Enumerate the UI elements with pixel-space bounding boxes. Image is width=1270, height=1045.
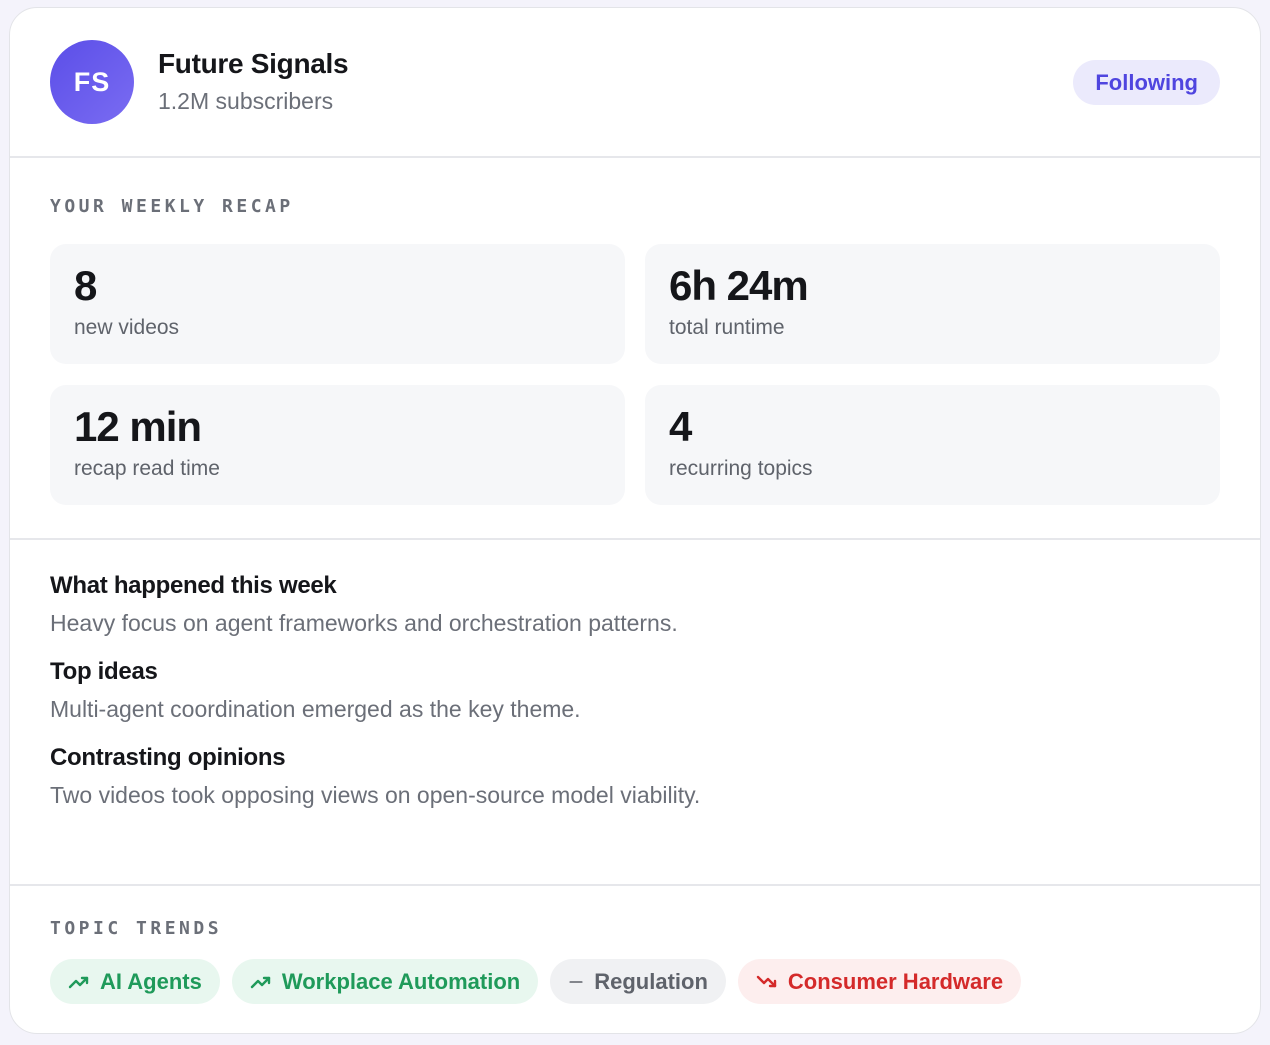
stat-grid: 8 new videos 6h 24m total runtime 12 min… xyxy=(50,244,1220,505)
summary-title: Contrasting opinions xyxy=(50,744,286,771)
stat-card-read-time: 12 min recap read time xyxy=(50,385,625,505)
stat-value: 8 xyxy=(74,262,97,309)
stat-value: 4 xyxy=(669,403,692,450)
section-label: TOPIC TRENDS xyxy=(50,918,223,939)
stat-label: recurring topics xyxy=(669,457,813,480)
trend-chip-regulation[interactable]: Regulation xyxy=(550,959,726,1004)
trending-up-icon xyxy=(250,976,271,988)
dash-icon xyxy=(569,980,583,983)
stat-label: recap read time xyxy=(74,457,220,480)
subscriber-count: 1.2M subscribers xyxy=(158,88,334,114)
trend-chip-ai-agents[interactable]: AI Agents xyxy=(50,959,220,1004)
stat-card-recurring-topics: 4 recurring topics xyxy=(645,385,1220,505)
summary-text: Two videos took opposing views on open-s… xyxy=(50,782,701,808)
channel-name[interactable]: Future Signals xyxy=(158,48,349,80)
trending-down-icon xyxy=(756,975,777,987)
summary-block: What happened this week Heavy focus on a… xyxy=(50,572,1220,640)
stat-card-new-videos: 8 new videos xyxy=(50,244,625,364)
stat-label: total runtime xyxy=(669,316,785,339)
topic-trends-section: TOPIC TRENDS AI Agents Workplace Automat… xyxy=(10,886,1260,1033)
summary-title: What happened this week xyxy=(50,572,337,599)
chip-label: AI Agents xyxy=(100,968,202,994)
chip-label: Workplace Automation xyxy=(281,968,521,994)
avatar: FS xyxy=(50,40,134,124)
trend-chip-consumer-hardware[interactable]: Consumer Hardware xyxy=(737,959,1022,1004)
channel-header: FS Future Signals 1.2M subscribers Follo… xyxy=(10,8,1260,158)
chip-label: Consumer Hardware xyxy=(787,968,1004,994)
trend-chip-workplace-automation[interactable]: Workplace Automation xyxy=(231,959,539,1004)
channel-recap-card: FS Future Signals 1.2M subscribers Follo… xyxy=(9,7,1261,1034)
summary-title: Top ideas xyxy=(50,658,158,685)
weekly-recap-section: YOUR WEEKLY RECAP 8 new videos 6h 24m to… xyxy=(10,158,1260,540)
stat-card-total-runtime: 6h 24m total runtime xyxy=(645,244,1220,364)
stat-label: new videos xyxy=(74,316,180,339)
stat-value: 6h 24m xyxy=(669,262,809,309)
summary-text: Heavy focus on agent frameworks and orch… xyxy=(50,610,678,636)
stat-value: 12 min xyxy=(74,403,202,450)
summary-block: Contrasting opinions Two videos took opp… xyxy=(50,744,1220,812)
summary-section: What happened this week Heavy focus on a… xyxy=(10,540,1260,886)
summary-text: Multi-agent coordination emerged as the … xyxy=(50,696,581,722)
chip-label: Regulation xyxy=(594,968,708,994)
summary-block: Top ideas Multi-agent coordination emerg… xyxy=(50,658,1220,726)
trend-chips: AI Agents Workplace Automation Regulatio… xyxy=(50,959,1022,1004)
section-label: YOUR WEEKLY RECAP xyxy=(50,196,294,217)
trending-up-icon xyxy=(68,976,89,988)
following-button[interactable]: Following xyxy=(1073,60,1220,105)
